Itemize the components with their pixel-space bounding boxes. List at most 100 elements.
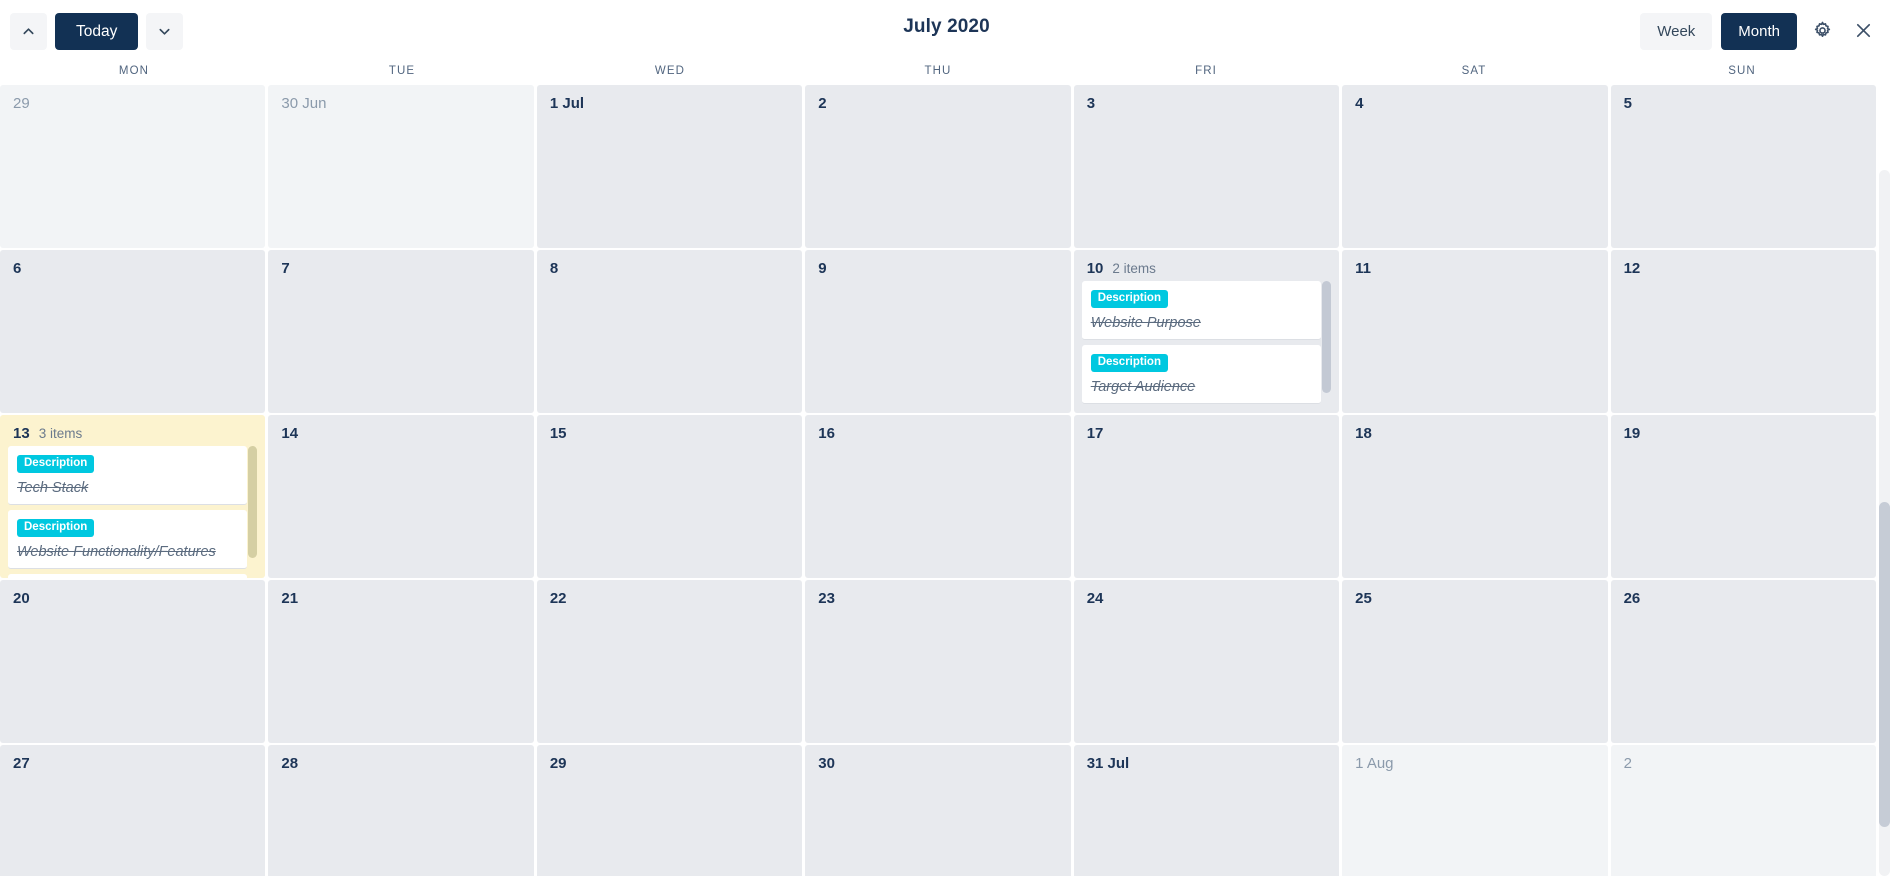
day-cell-header: 23	[805, 580, 1070, 610]
view-month-button[interactable]: Month	[1721, 13, 1797, 50]
day-cell[interactable]: 2	[1610, 745, 1876, 876]
day-cell-header: 25	[1342, 580, 1607, 610]
day-cell[interactable]: 17	[1073, 415, 1340, 578]
event-type-badge: Description	[17, 455, 95, 473]
day-cell-header: 24	[1074, 580, 1339, 610]
day-cell[interactable]: 30	[805, 745, 1071, 876]
day-cell-header: 1 Jul	[537, 85, 802, 115]
event-card[interactable]: Description Website Purpose	[1081, 281, 1322, 340]
day-cell[interactable]: 16	[805, 415, 1071, 578]
day-number: 11	[1355, 260, 1371, 277]
day-cell-header: 11	[1342, 250, 1607, 280]
day-number: 29	[549, 755, 567, 772]
day-cell-header: 26	[1611, 580, 1876, 610]
day-cell-header: 10 2 items	[1074, 250, 1339, 280]
day-cell[interactable]: 4	[1342, 85, 1608, 248]
day-cell-header: 18	[1342, 415, 1607, 445]
day-events-scrollbar[interactable]	[1322, 281, 1332, 411]
day-cell[interactable]: 21	[268, 580, 534, 743]
day-events-scroll-area[interactable]: Description Website Purpose Description Tar…	[1081, 281, 1322, 413]
close-button[interactable]	[1847, 16, 1879, 48]
day-cell-header: 21	[268, 580, 533, 610]
day-number: 22	[549, 590, 567, 607]
calendar-vertical-scrollbar[interactable]	[1879, 170, 1890, 876]
day-cell[interactable]: 23	[805, 580, 1071, 743]
weekday-label-thu: THU	[924, 65, 952, 77]
event-card[interactable]: Description Website Functionality/Feature…	[8, 510, 248, 569]
toolbar-right-group: Week Month	[1640, 13, 1879, 50]
day-item-count: 3 items	[38, 426, 83, 441]
day-events-scroll-area[interactable]: Description Tech Stack Description Website …	[8, 446, 248, 578]
gear-icon	[1813, 21, 1832, 43]
weekday-label-fri: FRI	[1195, 65, 1217, 77]
day-cell[interactable]: 28	[268, 745, 534, 876]
day-cell-header: 2	[1611, 745, 1876, 775]
day-cell-header: 1 Aug	[1342, 745, 1607, 775]
day-cell[interactable]: 22	[536, 580, 803, 743]
day-cell[interactable]: 3	[1073, 85, 1340, 248]
day-cell-header: 2	[805, 85, 1070, 115]
scrollbar-thumb[interactable]	[1879, 501, 1890, 827]
day-cell-header: 29	[0, 85, 265, 115]
day-cell-header: 6	[0, 250, 265, 280]
day-number: 15	[549, 425, 567, 442]
day-cell[interactable]: 7	[268, 250, 534, 413]
weekday-label-sun: SUN	[1728, 65, 1756, 77]
day-cell[interactable]: 2	[805, 85, 1071, 248]
day-cell-header: 8	[537, 250, 802, 280]
day-number: 29	[13, 95, 30, 112]
day-number: 17	[1086, 425, 1104, 442]
day-cell[interactable]: 31 Jul	[1073, 745, 1340, 876]
day-number: 2	[1623, 755, 1632, 772]
day-number: 9	[818, 260, 827, 277]
day-cell[interactable]: 9	[805, 250, 1071, 413]
day-cell[interactable]: 5	[1610, 85, 1876, 248]
day-cell[interactable]: 18	[1342, 415, 1608, 578]
settings-button[interactable]	[1806, 16, 1838, 48]
day-number: 10	[1086, 260, 1104, 277]
day-events-list: Description Tech Stack Description Website …	[8, 446, 258, 578]
day-cell-header: 29	[537, 745, 802, 775]
day-cell[interactable]: 8	[536, 250, 803, 413]
day-cell[interactable]: 14	[268, 415, 534, 578]
day-cell[interactable]: 20	[0, 580, 266, 743]
day-cell-header: 19	[1611, 415, 1876, 445]
event-card[interactable]: Description Target Audience	[1081, 345, 1322, 404]
day-cell[interactable]: 1 Aug	[1342, 745, 1608, 876]
day-number: 5	[1623, 95, 1632, 112]
day-cell-header: 17	[1074, 415, 1339, 445]
weekday-label-wed: WED	[654, 65, 686, 77]
day-number: 1 Aug	[1355, 755, 1394, 772]
day-cell[interactable]: 25	[1342, 580, 1608, 743]
event-title: Website Functionality/Features	[17, 544, 216, 560]
day-number: 26	[1623, 590, 1641, 607]
day-cell[interactable]: 27	[0, 745, 266, 876]
day-cell[interactable]: 29	[536, 745, 803, 876]
view-week-button[interactable]: Week	[1640, 13, 1713, 50]
day-cell-header: 5	[1611, 85, 1876, 115]
day-cell[interactable]: 11	[1342, 250, 1608, 413]
event-title: Target Audience	[1090, 379, 1196, 395]
day-cell[interactable]: 1 Jul	[536, 85, 803, 248]
day-cell[interactable]: 19	[1610, 415, 1876, 578]
day-cell[interactable]: 26	[1610, 580, 1876, 743]
day-cell-header: 30 Jun	[268, 85, 533, 115]
day-events-scrollbar-thumb[interactable]	[1322, 281, 1332, 393]
day-cell[interactable]: 15	[536, 415, 803, 578]
weekday-header-row: MON TUE WED THU FRI SAT SUN	[0, 63, 1893, 85]
day-events-scrollbar[interactable]	[248, 446, 258, 576]
day-number: 2	[818, 95, 827, 112]
day-cell[interactable]: 10 2 items Description Website Purpose Descr…	[1073, 250, 1340, 413]
day-cell[interactable]: 6	[0, 250, 266, 413]
day-cell[interactable]: 29	[0, 85, 266, 248]
day-cell[interactable]: 30 Jun	[268, 85, 534, 248]
event-card[interactable]: Description Tech Stack	[8, 446, 248, 505]
day-cell[interactable]: 12	[1610, 250, 1876, 413]
weekday-label-mon: MON	[118, 65, 150, 77]
event-card[interactable]	[8, 574, 248, 578]
day-number: 18	[1355, 425, 1372, 442]
day-cell[interactable]: 13 3 items Description Tech Stack Descriptio…	[0, 415, 266, 578]
event-title: Website Purpose	[1090, 315, 1201, 331]
day-events-scrollbar-thumb[interactable]	[248, 446, 258, 558]
day-cell[interactable]: 24	[1073, 580, 1340, 743]
